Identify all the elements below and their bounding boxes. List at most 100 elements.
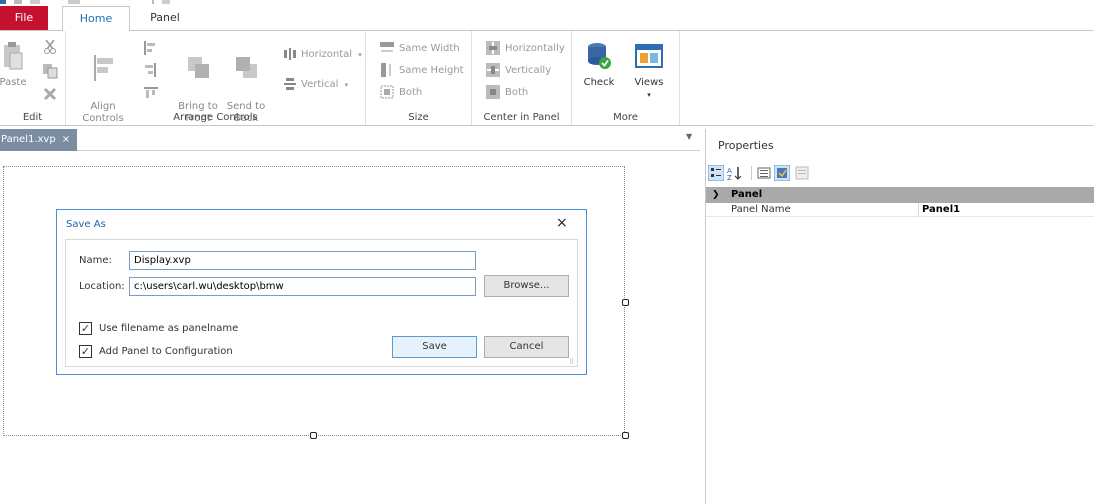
property-name: Panel Name: [731, 204, 791, 215]
clipboard-icon: [4, 42, 23, 70]
svg-text:Z: Z: [727, 174, 732, 181]
tab-panel[interactable]: Panel: [140, 6, 190, 30]
category-name: Panel: [731, 189, 763, 200]
add-panel-checkbox[interactable]: ✓: [79, 345, 92, 358]
categorized-icon[interactable]: [708, 165, 724, 181]
redo-quick-icon[interactable]: [68, 0, 80, 4]
name-input[interactable]: [129, 251, 476, 270]
group-label-size: Size: [408, 112, 429, 123]
ribbon-group-size: Same Width Same Height Both Size: [366, 31, 472, 125]
browse-button[interactable]: Browse...: [484, 275, 569, 297]
save-quick-icon[interactable]: [14, 0, 22, 4]
ribbon-tab-bar: File Home Panel: [0, 6, 1094, 31]
events-icon[interactable]: [774, 165, 790, 181]
align-bottom-icon[interactable]: [144, 87, 158, 99]
copy-icon[interactable]: [42, 63, 58, 79]
dialog-title: Save As: [66, 219, 106, 230]
ribbon-group-arrange-controls: Align Controls Bring to Front Send to Ba…: [66, 31, 366, 125]
cancel-button[interactable]: Cancel: [484, 336, 569, 358]
horizontal-spacing-icon: [284, 48, 296, 60]
resize-handle-right[interactable]: [622, 299, 629, 306]
same-height-button[interactable]: Same Height: [380, 63, 464, 79]
document-tab-label: Panel1.xvp: [1, 134, 56, 145]
customize-quick-icon[interactable]: [162, 0, 170, 4]
vertical-spacing-dropdown[interactable]: Vertical ▾: [284, 77, 348, 93]
toolbar-separator: [152, 0, 154, 4]
center-horizontally-icon: [486, 41, 500, 55]
align-right-icon[interactable]: [144, 63, 156, 77]
tab-list-dropdown-icon[interactable]: ▼: [686, 132, 692, 141]
resize-grip-icon[interactable]: ⠿: [569, 359, 574, 366]
ribbon-group-more: Check Views ▾ More: [572, 31, 680, 125]
check-button[interactable]: Check: [578, 41, 620, 89]
horizontal-spacing-dropdown[interactable]: Horizontal ▾: [284, 47, 362, 63]
check-database-icon: [588, 43, 611, 69]
chevron-down-icon: ▾: [344, 81, 349, 89]
views-label: Views: [634, 77, 664, 88]
center-vertically-icon: [486, 63, 500, 77]
resize-handle-bottom-right[interactable]: [622, 432, 629, 439]
same-width-button[interactable]: Same Width: [380, 41, 460, 57]
same-height-label: Same Height: [399, 65, 464, 76]
delete-icon[interactable]: [43, 87, 57, 101]
align-left-icon[interactable]: [144, 41, 156, 55]
save-button[interactable]: Save: [392, 336, 477, 358]
same-size-both-button[interactable]: Both: [380, 85, 422, 101]
tab-file[interactable]: File: [0, 6, 48, 30]
group-label-center-in-panel: Center in Panel: [483, 112, 560, 123]
same-size-icon: [380, 85, 394, 99]
align-controls-icon: [94, 55, 113, 81]
property-grid: ❯ Panel Panel Name Panel1: [706, 187, 1094, 217]
add-panel-label: Add Panel to Configuration: [99, 346, 233, 357]
group-label-more: More: [613, 112, 638, 123]
undo-quick-icon[interactable]: [30, 0, 40, 4]
vertically-label: Vertically: [505, 65, 552, 76]
chevron-down-icon: ▾: [358, 51, 362, 59]
center-both-icon: [486, 85, 500, 99]
sort-alphabetical-icon[interactable]: A Z: [726, 165, 742, 181]
same-width-label: Same Width: [399, 43, 460, 54]
chevron-down-icon[interactable]: ❯: [712, 187, 720, 203]
document-tab[interactable]: Panel1.xvp ×: [0, 129, 77, 151]
vertical-spacing-icon: [284, 78, 296, 90]
properties-title: Properties: [718, 139, 774, 152]
resize-handle-bottom[interactable]: [310, 432, 317, 439]
close-icon[interactable]: ×: [62, 134, 70, 145]
check-label: Check: [583, 77, 615, 88]
views-icon: [635, 44, 663, 68]
close-icon[interactable]: ×: [556, 215, 568, 231]
location-label: Location:: [79, 281, 125, 292]
chevron-down-icon: ▾: [647, 91, 651, 99]
cut-icon[interactable]: [43, 39, 57, 55]
ribbon: Paste Edit Align Controls Bring to Front…: [0, 30, 1094, 126]
dialog-content: Name: Location: Browse... ✓ Use filename…: [65, 239, 578, 367]
center-both-button[interactable]: Both: [486, 85, 528, 101]
group-label-arrange-controls: Arrange Controls: [173, 112, 258, 123]
name-label: Name:: [79, 255, 112, 266]
horizontal-label: Horizontal: [301, 49, 353, 60]
center-horizontally-button[interactable]: Horizontally: [486, 41, 565, 57]
save-as-dialog: Save As × Name: Location: Browse... ✓ Us…: [56, 209, 587, 375]
center-both-label: Both: [505, 87, 529, 98]
column-separator: [918, 203, 919, 217]
bring-to-front-icon: [188, 57, 209, 78]
same-width-icon: [380, 42, 394, 52]
properties-pane: Properties A Z ❯ Panel Panel Name Panel1: [705, 129, 1094, 504]
same-height-icon: [381, 63, 391, 77]
horizontally-label: Horizontally: [505, 43, 565, 54]
size-both-label: Both: [399, 87, 423, 98]
property-pages-icon[interactable]: [794, 165, 810, 181]
ribbon-group-center-in-panel: Horizontally Vertically Both Center in P…: [472, 31, 572, 125]
ribbon-group-edit: Paste Edit: [0, 31, 66, 125]
views-dropdown[interactable]: Views ▾: [628, 41, 670, 101]
center-vertically-button[interactable]: Vertically: [486, 63, 551, 79]
property-value[interactable]: Panel1: [922, 203, 960, 217]
property-row[interactable]: Panel Name Panel1: [706, 203, 1094, 217]
use-filename-checkbox[interactable]: ✓: [79, 322, 92, 335]
tab-home[interactable]: Home: [62, 6, 130, 31]
properties-list-icon[interactable]: [756, 165, 772, 181]
app-icon: [0, 0, 6, 4]
property-category-panel[interactable]: ❯ Panel: [706, 187, 1094, 203]
location-input[interactable]: [129, 277, 476, 296]
paste-button[interactable]: Paste: [0, 41, 30, 89]
